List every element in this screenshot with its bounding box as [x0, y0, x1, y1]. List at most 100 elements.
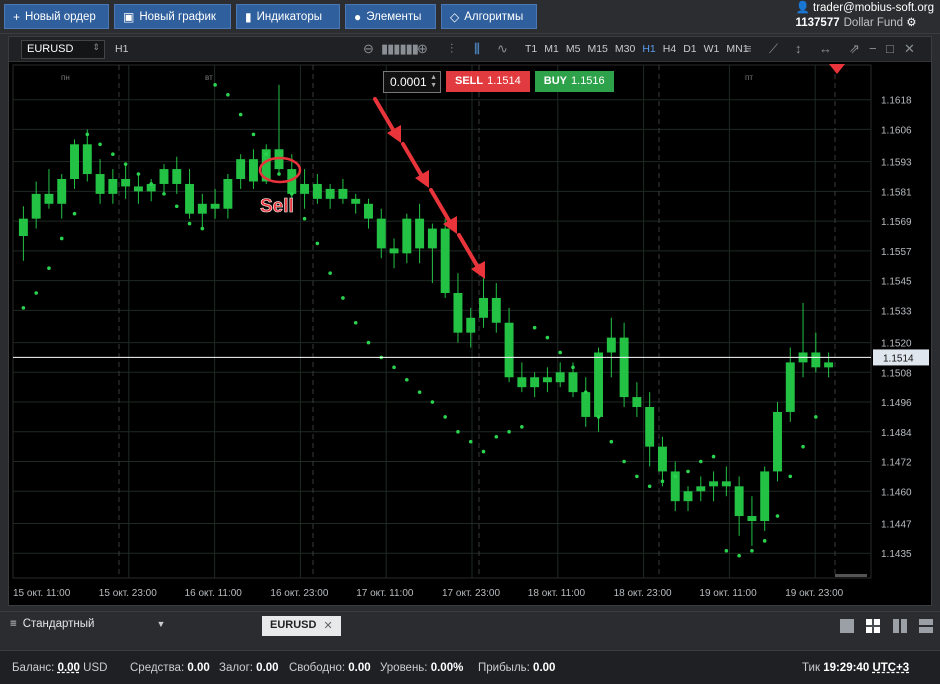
y-tick-label: 1.1496	[881, 398, 912, 409]
symbol-select[interactable]: EURUSD ⇕	[21, 40, 105, 59]
candle-body	[721, 481, 731, 487]
scale-fit-icon[interactable]: ≡	[744, 41, 752, 56]
tf-m1[interactable]: M1	[544, 43, 559, 55]
y-tick-label: 1.1557	[881, 247, 912, 258]
candle-body	[223, 179, 233, 209]
zoom-slider[interactable]: ▮▮▮▮▮▮	[381, 41, 419, 57]
layout-columns-icon[interactable]	[893, 619, 907, 633]
candle-body	[453, 293, 463, 333]
sar-point	[187, 221, 192, 226]
vertical-scale-icon[interactable]: ↕	[795, 41, 802, 56]
price-chart[interactable]: Sell 1.1618 1.1606 1.1593 1.1581 1.1569 1.155…	[9, 62, 931, 605]
sar-point	[98, 142, 102, 147]
tf-t1[interactable]: T1	[525, 43, 537, 55]
plus-icon: +	[13, 9, 21, 24]
candle-body	[57, 179, 67, 204]
candle-body	[542, 377, 552, 383]
candle-body	[376, 218, 386, 249]
sar-point	[660, 479, 665, 484]
layout-single-icon[interactable]	[840, 619, 854, 633]
buy-button[interactable]: BUY 1.1516	[534, 71, 614, 92]
x-tick-label: 18 окт. 11:00	[528, 588, 586, 599]
sar-point	[341, 296, 345, 300]
candle-body	[568, 372, 578, 393]
sar-point	[762, 539, 767, 543]
sar-point	[200, 226, 205, 231]
candle-body	[18, 218, 28, 236]
day-label: пт	[745, 73, 753, 82]
tf-w1[interactable]: W1	[704, 43, 720, 55]
tf-m15[interactable]: M15	[587, 43, 607, 55]
y-tick-label: 1.1533	[881, 306, 912, 317]
line-chart-type-icon[interactable]: ∿	[497, 41, 508, 57]
candle-chart-type-icon[interactable]: ⫼	[474, 41, 480, 57]
sar-point	[226, 92, 230, 97]
candle-body	[159, 169, 169, 184]
bar-chart-type-icon[interactable]: ⫶	[450, 41, 453, 57]
zoom-out-icon[interactable]: ⊖	[363, 41, 374, 57]
bars-icon: ▮	[245, 9, 252, 24]
tf-h1[interactable]: H1	[642, 43, 655, 55]
maximize-icon[interactable]: □	[886, 41, 894, 56]
candle-body	[747, 516, 757, 521]
sar-point	[405, 377, 409, 382]
horizontal-scale-icon[interactable]: ↔	[819, 41, 832, 56]
sar-point	[392, 365, 396, 370]
candle-body	[466, 317, 476, 333]
tf-m30[interactable]: M30	[615, 43, 635, 55]
sar-point	[136, 172, 141, 176]
sar-point	[635, 474, 639, 479]
minimize-icon[interactable]: −	[869, 41, 877, 56]
popout-icon[interactable]: ⇗	[849, 41, 860, 57]
annotation-label: Sell	[260, 196, 294, 217]
sar-point	[353, 320, 358, 325]
sar-point	[443, 415, 447, 419]
y-tick-label: 1.1581	[881, 187, 912, 198]
sar-point	[711, 454, 716, 459]
gear-icon[interactable]: ⚙	[906, 17, 916, 29]
close-icon[interactable]: ✕	[904, 41, 915, 57]
sar-point	[123, 162, 128, 166]
close-tab-icon[interactable]: ✕	[323, 619, 332, 633]
y-tick-label: 1.1618	[881, 96, 912, 107]
menu-icon: ≡	[10, 618, 17, 630]
timezone-select[interactable]: UTC+3	[872, 662, 909, 674]
candle-body	[824, 362, 834, 368]
new-chart-button[interactable]: ▣ Новый график	[114, 4, 231, 29]
tf-m5[interactable]: M5	[566, 43, 581, 55]
sar-point	[111, 152, 115, 157]
candle-body	[300, 183, 310, 194]
sar-point	[737, 553, 741, 558]
candle-body	[82, 144, 92, 175]
new-order-button[interactable]: + Новый ордер	[4, 4, 109, 29]
y-tick-label: 1.1508	[881, 368, 912, 379]
candle-body	[248, 159, 258, 182]
timeframe-label: H1	[115, 43, 129, 55]
chart-tab[interactable]: EURUSD ✕	[262, 616, 341, 636]
zoom-in-icon[interactable]: ⊕	[417, 41, 428, 57]
candle-body	[555, 372, 565, 383]
algorithms-button[interactable]: ◇ Алгоритмы	[441, 4, 537, 29]
trade-panel: 0.0001 ▲ ▼ SELL 1.1514 BUY 1.1516	[383, 71, 614, 93]
candle-body	[95, 174, 105, 194]
layout-grid-icon[interactable]	[866, 619, 880, 633]
quantity-input[interactable]: 0.0001 ▲ ▼	[383, 71, 441, 93]
candle-body	[785, 362, 795, 412]
candle	[440, 218, 450, 298]
sar-point	[34, 291, 38, 295]
account-info[interactable]: 👤 trader@mobius-soft.org 1137577 Dollar F…	[795, 1, 934, 31]
margin: Залог: 0.00	[219, 662, 279, 674]
elements-button[interactable]: ● Элементы	[345, 4, 436, 29]
layout-rows-icon[interactable]	[919, 619, 933, 633]
candle-body	[479, 297, 488, 318]
spinner-icon[interactable]: ▲ ▼	[430, 74, 437, 90]
indicators-button[interactable]: ▮ Индикаторы	[236, 4, 340, 29]
draw-line-icon[interactable]: ⟋	[769, 41, 778, 57]
sell-button[interactable]: SELL 1.1514	[446, 71, 530, 92]
tf-h4[interactable]: H4	[663, 43, 676, 55]
sar-point	[213, 83, 217, 87]
template-select[interactable]: ≡ Стандартный ▼	[10, 618, 165, 630]
tf-d1[interactable]: D1	[683, 43, 696, 55]
free-margin: Свободно: 0.00	[289, 662, 371, 674]
sar-point	[532, 325, 537, 330]
